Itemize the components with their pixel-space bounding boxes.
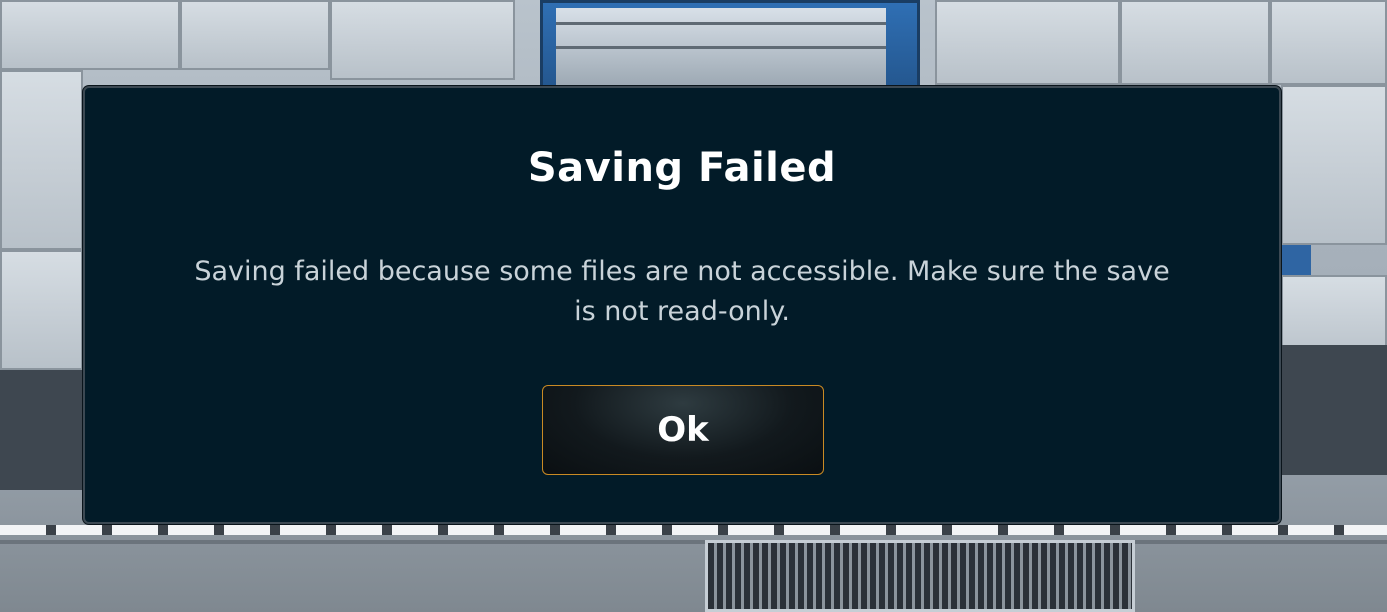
saving-failed-dialog: Saving Failed Saving failed because some… xyxy=(83,86,1281,524)
background-panel xyxy=(1270,0,1387,85)
background-shadow xyxy=(0,370,83,490)
background-door-interior xyxy=(556,8,886,90)
background-shadow xyxy=(1281,345,1387,475)
background-panel xyxy=(935,0,1120,85)
background-panel xyxy=(0,0,180,70)
background-floor-stripe xyxy=(0,525,1387,535)
dialog-message: Saving failed because some files are not… xyxy=(194,256,1170,327)
background-floor-seam xyxy=(0,540,1387,544)
dialog-title: Saving Failed xyxy=(527,145,837,191)
background-panel xyxy=(1281,85,1387,245)
background-blue-light xyxy=(1281,245,1311,275)
background-panel xyxy=(330,0,515,80)
background-rail xyxy=(556,22,886,25)
background-floor-grate xyxy=(705,540,1135,612)
ok-button[interactable]: Ok xyxy=(542,385,824,475)
background-panel xyxy=(180,0,330,70)
background-panel xyxy=(0,250,83,370)
background-rail xyxy=(556,46,886,49)
background-panel xyxy=(0,70,83,250)
background-panel xyxy=(1120,0,1270,85)
